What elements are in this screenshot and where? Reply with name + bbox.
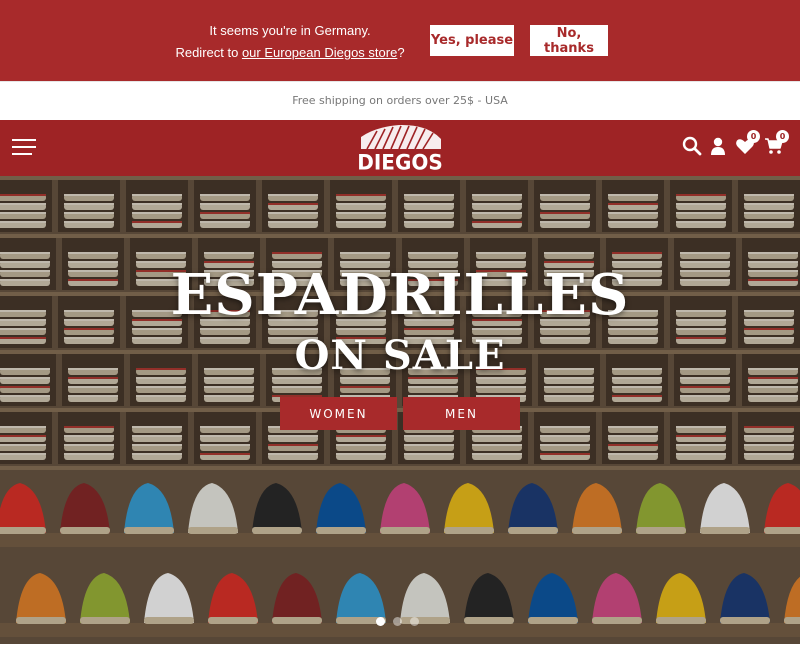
slide-dot-2[interactable] [393,617,402,626]
european-store-link[interactable]: our European Diegos store [242,45,397,60]
wishlist-count-badge: 0 [747,130,760,143]
no-thanks-button[interactable]: No, thanks [530,25,608,56]
hero-title: ESPADRILLES [170,262,630,328]
menu-icon[interactable] [12,139,36,157]
geo-redirect-banner: It seems you're in Germany. Redirect to … [0,0,800,81]
slide-dot-3[interactable] [410,617,419,626]
cart-count-badge: 0 [776,130,789,143]
announcement-bar: Free shipping on orders over 25$ - USA [0,81,800,120]
hero-subtitle: ON SALE [294,332,506,379]
geo-message: It seems you're in Germany. Redirect to … [170,20,410,64]
diegos-logo[interactable]: DIEGOS [355,123,445,175]
cart-icon[interactable]: 0 [764,130,789,158]
wishlist-heart-icon[interactable]: 0 [735,130,760,158]
yes-please-button[interactable]: Yes, please [430,25,514,56]
slide-dot-1[interactable] [376,617,385,626]
page-divider [0,644,800,650]
logo-text: DIEGOS [357,149,443,175]
shop-men-button[interactable]: MEN [403,397,520,430]
geo-suffix: ? [397,45,405,60]
user-icon[interactable] [708,136,730,158]
geo-prefix: Redirect to [175,45,242,60]
hero-slideshow: ESPADRILLES ON SALE WOMEN MEN [0,176,800,644]
search-icon[interactable] [682,136,704,158]
geo-message-line1: It seems you're in Germany. [209,23,371,38]
geo-message-line2: Redirect to our European Diegos store? [170,42,410,64]
shop-women-button[interactable]: WOMEN [280,397,397,430]
site-header: DIEGOS 0 0 [0,120,800,176]
hero-background-image [0,176,800,644]
slide-pagination [376,617,426,629]
